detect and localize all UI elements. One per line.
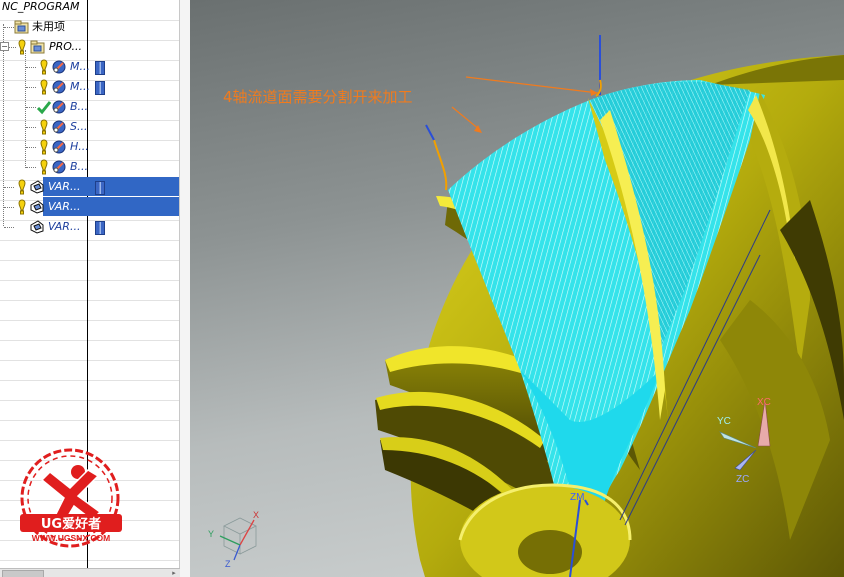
mill-operation-icon (51, 59, 67, 75)
operation-label: VAR... (48, 220, 81, 233)
grid-line (0, 240, 179, 241)
program-group-icon (14, 19, 30, 35)
operation-label: B... (70, 160, 89, 173)
operation-label: VAR... (48, 200, 81, 213)
scrollbar-thumb[interactable] (2, 570, 44, 577)
grid-line (0, 380, 179, 381)
operation-row[interactable]: B... (0, 97, 179, 117)
watermark-url: WWW.UGSNX.COM (32, 533, 110, 543)
grid-line (0, 320, 179, 321)
warning-status-icon (36, 159, 52, 175)
grid-line (0, 440, 179, 441)
annotation-text: 4轴流道面需要分割开来加工 (223, 88, 413, 106)
yc-axis-label: YC (717, 416, 731, 427)
toolpath-generated-icon (95, 61, 105, 75)
ugsnx-watermark-logo: UG爱好者 WWW.UGSNX.COM (12, 446, 130, 564)
variable-contour-op-icon (29, 219, 45, 235)
warning-status-icon (36, 79, 52, 95)
operation-label: S... (70, 120, 88, 133)
panel-gap (180, 0, 190, 577)
horizontal-scrollbar[interactable]: ◂ ▸ (0, 568, 180, 577)
operation-label: M... (70, 80, 90, 93)
toolpath-generated-icon (95, 81, 105, 95)
program-label: PRO... (49, 40, 82, 53)
corner-x-label: X (253, 510, 259, 520)
xc-axis-label: XC (757, 397, 771, 408)
warning-status-icon (36, 59, 52, 75)
tree-line (26, 147, 36, 148)
tree-line (26, 167, 36, 168)
grid-line (0, 360, 179, 361)
operation-label: H... (70, 140, 89, 153)
warning-status-icon (36, 139, 52, 155)
operation-row[interactable]: VAR... (0, 177, 179, 197)
operation-row[interactable]: VAR... (0, 217, 179, 237)
operation-row[interactable]: VAR... (0, 197, 179, 217)
variable-contour-op-icon (29, 179, 45, 195)
tree-line (26, 67, 36, 68)
grid-line (0, 260, 179, 261)
operation-label: M... (70, 60, 90, 73)
toolpath-generated-icon (95, 221, 105, 235)
watermark-brand: UG爱好者 (41, 516, 101, 532)
collapse-icon[interactable]: − (0, 42, 9, 51)
grid-line (0, 340, 179, 341)
zm-axis-label: ZM (570, 492, 584, 503)
variable-contour-op-icon (29, 199, 45, 215)
warning-status-icon (36, 119, 52, 135)
mill-operation-icon (51, 159, 67, 175)
operation-row[interactable]: B... (0, 157, 179, 177)
mill-operation-icon (51, 119, 67, 135)
operation-label: B... (70, 100, 89, 113)
toolpath-generated-icon (95, 181, 105, 195)
operation-row[interactable]: M... (0, 57, 179, 77)
tree-line (26, 107, 36, 108)
tree-line (26, 127, 36, 128)
corner-z-label: Z (225, 559, 231, 569)
operation-row[interactable]: S... (0, 117, 179, 137)
grid-line (0, 300, 179, 301)
tree-line (26, 87, 36, 88)
corner-y-label: Y (208, 529, 214, 539)
view-triad: X Y Z (208, 510, 259, 569)
grid-line (0, 280, 179, 281)
tree-row-unused[interactable]: 未用项 (0, 17, 179, 37)
operation-label: VAR... (48, 180, 81, 193)
root-label: NC_PROGRAM (2, 0, 80, 13)
tree-line (4, 187, 14, 188)
warning-status-icon (14, 199, 30, 215)
mill-operation-icon (51, 99, 67, 115)
warning-status-icon (14, 39, 30, 55)
graphics-window[interactable]: XC YC ZC ZM X Y Z 4轴流道面需要分割开来加工 (190, 0, 844, 577)
mill-operation-icon (51, 79, 67, 95)
tree-line (4, 227, 14, 228)
program-group-icon (30, 39, 46, 55)
zc-axis-label: ZC (736, 474, 749, 485)
warning-status-icon (14, 179, 30, 195)
tree-line (4, 27, 14, 28)
tree-row-program[interactable]: − PRO... (0, 37, 179, 57)
operation-row[interactable]: H... (0, 137, 179, 157)
grid-line (0, 420, 179, 421)
scroll-right-icon[interactable]: ▸ (170, 569, 178, 577)
unused-label: 未用项 (32, 20, 65, 33)
operation-row[interactable]: M... (0, 77, 179, 97)
complete-status-icon (36, 99, 52, 115)
tree-line (4, 207, 14, 208)
grid-line (0, 400, 179, 401)
mill-operation-icon (51, 139, 67, 155)
